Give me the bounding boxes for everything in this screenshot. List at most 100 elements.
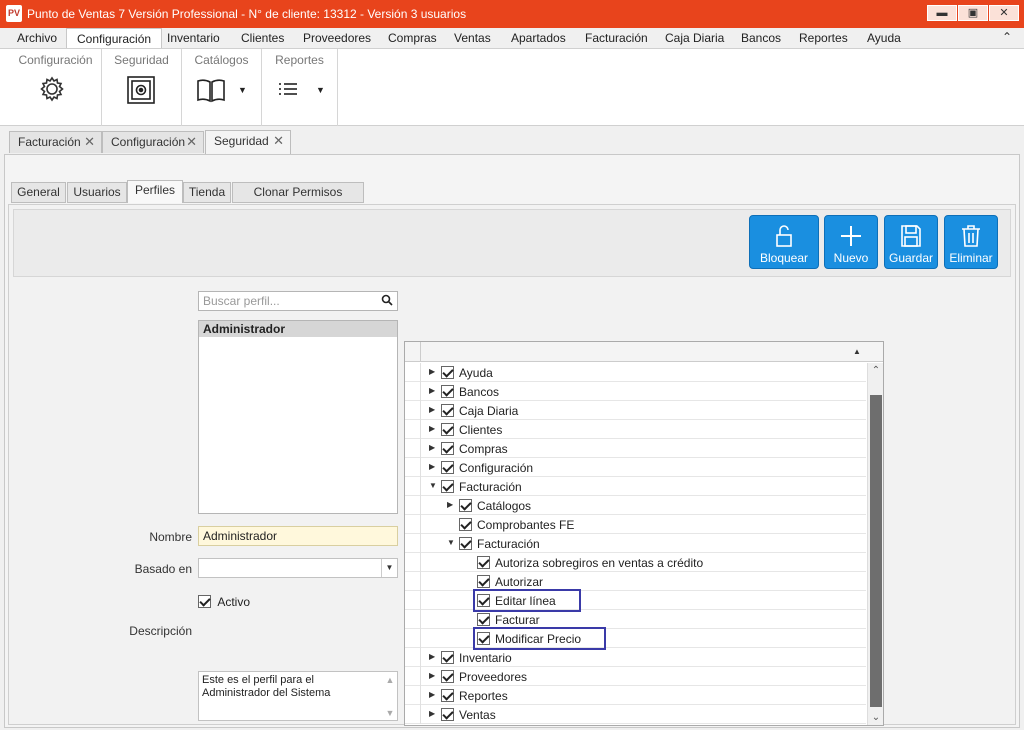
chevron-down-icon[interactable]: ▼ <box>381 559 397 577</box>
permission-checkbox[interactable] <box>459 518 472 531</box>
tree-row[interactable]: ▶ Inventario <box>405 648 866 667</box>
collapse-arrow-icon[interactable]: ▼ <box>429 481 437 490</box>
permission-checkbox[interactable] <box>441 442 454 455</box>
permission-checkbox[interactable] <box>459 499 472 512</box>
menu-reportes[interactable]: Reportes <box>799 28 848 48</box>
expand-arrow-icon[interactable]: ▶ <box>429 367 435 376</box>
ribbon-group-catalogos[interactable]: Catálogos ▼ <box>182 49 262 126</box>
menu-facturacion[interactable]: Facturación <box>585 28 648 48</box>
tree-row[interactable]: ▶ Clientes <box>405 420 866 439</box>
menu-archivo[interactable]: Archivo <box>17 28 57 48</box>
tree-row[interactable]: ▶ Proveedores <box>405 667 866 686</box>
expand-arrow-icon[interactable]: ▶ <box>429 709 435 718</box>
delete-button[interactable]: Eliminar <box>944 215 998 269</box>
minimize-button[interactable]: ▬ <box>927 5 957 21</box>
tab-general[interactable]: General <box>11 182 66 203</box>
permission-checkbox[interactable] <box>459 537 472 550</box>
permission-checkbox[interactable] <box>441 366 454 379</box>
name-field[interactable]: Administrador <box>198 526 398 546</box>
permission-checkbox[interactable] <box>477 556 490 569</box>
textarea-scrollbar[interactable]: ▲ ▼ <box>383 672 397 720</box>
menu-configuracion[interactable]: Configuración <box>66 28 163 49</box>
tree-scrollbar[interactable]: ⌃ ⌄ <box>867 363 883 725</box>
tree-row[interactable]: ▶ Reportes <box>405 686 866 705</box>
permission-checkbox[interactable] <box>441 461 454 474</box>
dropdown-arrow-icon[interactable]: ▼ <box>316 85 325 95</box>
menu-apartados[interactable]: Apartados <box>511 28 566 48</box>
menu-clientes[interactable]: Clientes <box>241 28 284 48</box>
permission-checkbox[interactable] <box>441 423 454 436</box>
tree-row[interactable]: ▶ Compras <box>405 439 866 458</box>
tab-perfiles[interactable]: Perfiles <box>127 180 183 203</box>
lock-button[interactable]: Bloquear <box>749 215 819 269</box>
tree-row[interactable]: ▼ Facturación <box>405 477 866 496</box>
tree-row[interactable]: Editar línea <box>405 589 866 612</box>
expand-arrow-icon[interactable]: ▶ <box>429 405 435 414</box>
search-input[interactable]: Buscar perfil... <box>198 291 398 311</box>
scroll-up-icon[interactable]: ⌃ <box>868 365 884 376</box>
tab-usuarios[interactable]: Usuarios <box>67 182 127 203</box>
tree-row[interactable]: Comprobantes FE <box>405 515 866 534</box>
list-icon[interactable] <box>278 81 298 102</box>
scrollbar-thumb[interactable] <box>870 395 882 707</box>
tree-row[interactable]: ▶ Ventas <box>405 705 866 724</box>
expand-arrow-icon[interactable]: ▶ <box>429 671 435 680</box>
menu-caja-diaria[interactable]: Caja Diaria <box>665 28 724 48</box>
ribbon-group-configuracion[interactable]: Configuración <box>10 49 102 126</box>
sort-ascending-icon[interactable]: ▲ <box>853 347 861 356</box>
gear-icon[interactable] <box>38 75 66 106</box>
profile-list[interactable]: Administrador <box>198 320 398 514</box>
tree-row[interactable]: ▼ Facturación <box>405 534 866 553</box>
expand-arrow-icon[interactable]: ▶ <box>429 462 435 471</box>
tree-row[interactable]: ▶ Ayuda <box>405 363 866 382</box>
close-tab-icon[interactable]: ✕ <box>186 132 197 152</box>
tab-tienda[interactable]: Tienda <box>183 182 231 203</box>
menu-proveedores[interactable]: Proveedores <box>303 28 371 48</box>
tree-row[interactable]: ▶ Bancos <box>405 382 866 401</box>
menu-inventario[interactable]: Inventario <box>167 28 220 48</box>
menu-ayuda[interactable]: Ayuda <box>867 28 901 48</box>
safe-icon[interactable] <box>126 75 156 108</box>
ribbon-group-seguridad[interactable]: Seguridad <box>102 49 182 126</box>
permission-checkbox[interactable] <box>441 385 454 398</box>
tree-row[interactable]: ▶ Caja Diaria <box>405 401 866 420</box>
maximize-button[interactable]: ▣ <box>958 5 988 21</box>
expand-arrow-icon[interactable]: ▶ <box>429 652 435 661</box>
collapse-ribbon-icon[interactable]: ⌃ <box>1002 30 1012 44</box>
tree-row[interactable]: Autoriza sobregiros en ventas a crédito <box>405 553 866 572</box>
tree-row[interactable]: Modificar Precio <box>405 627 866 650</box>
search-icon[interactable] <box>381 294 393 306</box>
permission-checkbox[interactable] <box>441 480 454 493</box>
description-field[interactable]: Este es el perfil para el Administrador … <box>198 671 398 721</box>
dropdown-arrow-icon[interactable]: ▼ <box>238 85 247 95</box>
expand-arrow-icon[interactable]: ▶ <box>429 690 435 699</box>
close-tab-icon[interactable]: ✕ <box>273 131 284 151</box>
close-tab-icon[interactable]: ✕ <box>84 132 95 152</box>
expand-arrow-icon[interactable]: ▶ <box>429 386 435 395</box>
new-button[interactable]: Nuevo <box>824 215 878 269</box>
doc-tab-facturacion[interactable]: Facturación ✕ <box>9 131 102 153</box>
expand-arrow-icon[interactable]: ▶ <box>429 424 435 433</box>
active-checkbox[interactable] <box>198 595 211 609</box>
save-button[interactable]: Guardar <box>884 215 938 269</box>
permission-checkbox[interactable] <box>441 689 454 702</box>
permission-checkbox[interactable] <box>441 651 454 664</box>
doc-tab-seguridad[interactable]: Seguridad ✕ <box>205 130 291 154</box>
tree-row[interactable]: ▶ Configuración <box>405 458 866 477</box>
active-checkbox-row[interactable]: Activo <box>198 594 250 609</box>
permission-checkbox[interactable] <box>441 708 454 721</box>
scroll-down-icon[interactable]: ⌄ <box>868 712 884 723</box>
ribbon-group-reportes[interactable]: Reportes ▼ <box>262 49 338 126</box>
expand-arrow-icon[interactable]: ▶ <box>429 443 435 452</box>
tree-row[interactable]: ▶ Catálogos <box>405 496 866 515</box>
menu-bancos[interactable]: Bancos <box>741 28 781 48</box>
permission-checkbox[interactable] <box>441 670 454 683</box>
menu-compras[interactable]: Compras <box>388 28 437 48</box>
menu-ventas[interactable]: Ventas <box>454 28 491 48</box>
list-item[interactable]: Administrador <box>199 321 397 337</box>
based-on-select[interactable]: ▼ <box>198 558 398 578</box>
book-icon[interactable] <box>196 75 226 108</box>
doc-tab-configuracion[interactable]: Configuración ✕ <box>102 131 204 153</box>
permission-checkbox[interactable] <box>477 613 490 626</box>
collapse-arrow-icon[interactable]: ▼ <box>447 538 455 547</box>
